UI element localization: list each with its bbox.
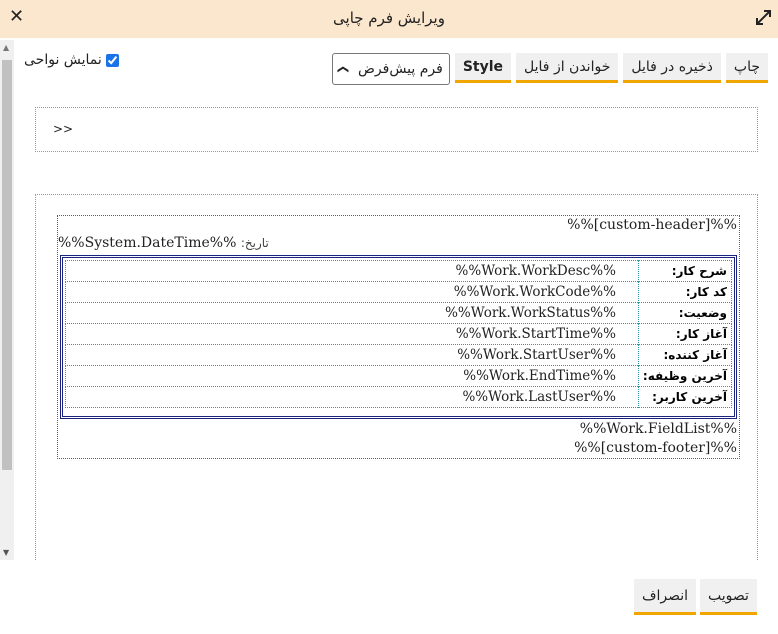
- toolbar: فرم پیش‌فرض ❯ Style خواندن از فایل ذخیره…: [331, 53, 768, 85]
- table-row: آغاز کننده: %%Work.StartUser%%: [65, 344, 733, 366]
- row-value: %%Work.WorkDesc%%: [65, 260, 639, 282]
- row-label: آغاز کار:: [637, 323, 733, 345]
- work-info-grid: شرح کار: %%Work.WorkDesc%% کد کار: %%Work.…: [65, 260, 733, 408]
- dialog-title: ویرایش فرم چاپی: [333, 9, 445, 27]
- field-list-placeholder: %%Work.FieldList%%: [579, 421, 737, 437]
- template-select[interactable]: فرم پیش‌فرض ❯: [331, 53, 450, 85]
- custom-footer-placeholder: %%[custom-footer]%%: [574, 440, 737, 456]
- row-value: %%Work.StartUser%%: [65, 344, 639, 366]
- show-margins-option[interactable]: نمایش نواحی: [24, 52, 119, 68]
- dialog-footer: تصویب انصراف: [0, 560, 778, 634]
- row-value: %%Work.LastUser%%: [65, 386, 639, 408]
- row-value: %%Work.EndTime%%: [65, 365, 639, 387]
- cancel-button[interactable]: انصراف: [634, 579, 697, 615]
- table-row: آغاز کار: %%Work.StartTime%%: [65, 323, 733, 345]
- dialog-titlebar: ✕ ویرایش فرم چاپی: [0, 0, 778, 38]
- row-label: شرح کار:: [637, 260, 733, 282]
- row-value: %%Work.WorkStatus%%: [65, 302, 639, 324]
- editor-toolbar-area[interactable]: >>: [35, 107, 758, 152]
- scroll-up-arrow-icon[interactable]: ▲: [3, 43, 9, 52]
- date-label: تاریخ:: [240, 236, 269, 250]
- table-row: آخرین وظیفه: %%Work.EndTime%%: [65, 365, 733, 387]
- style-button[interactable]: Style: [454, 53, 512, 83]
- work-info-table: شرح کار: %%Work.WorkDesc%% کد کار: %%Work.…: [60, 255, 737, 419]
- save-to-file-button[interactable]: ذخیره در فایل: [623, 53, 721, 83]
- breadcrumb[interactable]: >>: [53, 122, 73, 136]
- table-row: شرح کار: %%Work.WorkDesc%%: [65, 260, 733, 282]
- show-margins-label: نمایش نواحی: [24, 52, 102, 68]
- print-button[interactable]: چاپ: [725, 53, 768, 83]
- chevron-down-icon: ❯: [336, 64, 350, 74]
- approve-button[interactable]: تصویب: [700, 579, 757, 615]
- scroll-down-arrow-icon[interactable]: ▼: [3, 548, 9, 557]
- table-row: کد کار: %%Work.WorkCode%%: [65, 281, 733, 303]
- vertical-scrollbar[interactable]: ▲ ▼: [0, 40, 14, 560]
- row-label: آخرین کاربر:: [637, 386, 733, 408]
- row-label: آخرین وظیفه:: [637, 365, 733, 387]
- date-value: %%System.DateTime%%: [58, 235, 237, 251]
- custom-header-placeholder: %%[custom-header]%%: [567, 217, 737, 233]
- row-label: کد کار:: [637, 281, 733, 303]
- template-editor[interactable]: %%[custom-header]%% تاریخ: %%System.Date…: [35, 194, 758, 560]
- row-label: آغاز کننده:: [637, 344, 733, 366]
- row-label: وضعیت:: [637, 302, 733, 324]
- template-select-value: فرم پیش‌فرض: [357, 61, 443, 77]
- expand-icon[interactable]: [755, 9, 772, 26]
- row-value: %%Work.StartTime%%: [65, 323, 639, 345]
- date-line: تاریخ: %%System.DateTime%%: [58, 235, 269, 251]
- scroll-thumb[interactable]: [2, 60, 12, 470]
- template-document[interactable]: %%[custom-header]%% تاریخ: %%System.Date…: [57, 215, 740, 459]
- table-row: وضعیت: %%Work.WorkStatus%%: [65, 302, 733, 324]
- show-margins-checkbox[interactable]: [105, 53, 119, 67]
- load-from-file-button[interactable]: خواندن از فایل: [516, 53, 619, 83]
- row-value: %%Work.WorkCode%%: [65, 281, 639, 303]
- table-row: آخرین کاربر: %%Work.LastUser%%: [65, 386, 733, 408]
